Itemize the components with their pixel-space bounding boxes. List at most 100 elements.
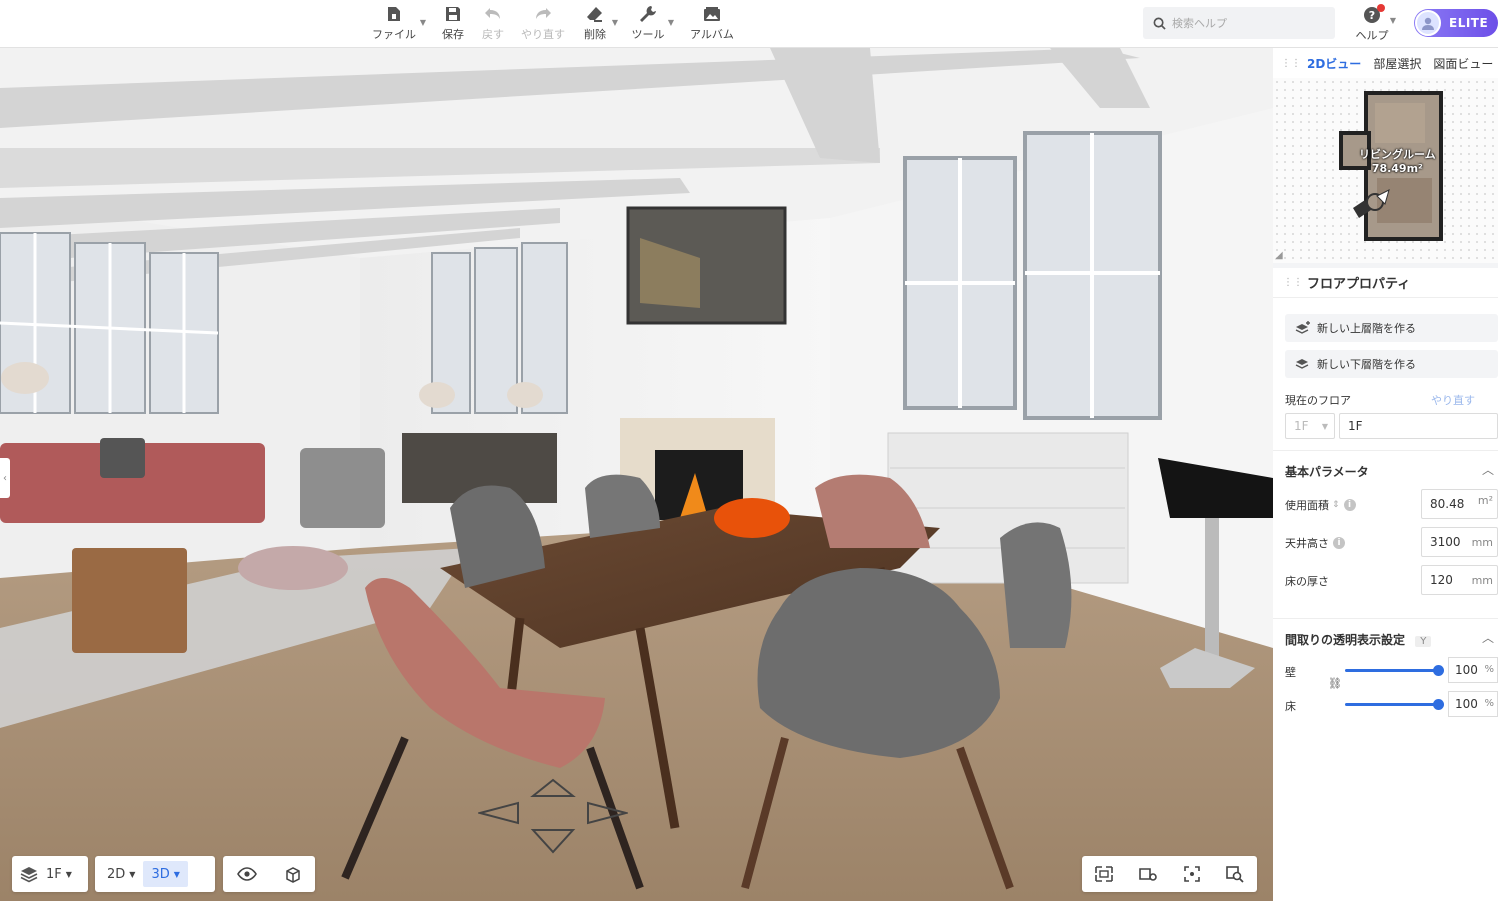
view-3d-button[interactable]: 3D ▼ [143, 861, 188, 887]
nav-left-arrow[interactable] [478, 801, 519, 825]
album-label: アルバム [690, 28, 734, 41]
room-name: リビングルーム [1359, 148, 1436, 161]
zoom-search-icon [1226, 866, 1244, 883]
area-label: 使用面積 [1285, 499, 1329, 512]
chevron-up-icon[interactable]: ︿ [1482, 461, 1494, 478]
nav-right-arrow[interactable] [587, 801, 628, 825]
camera-tools [1082, 856, 1257, 892]
link-chain-icon[interactable]: ⛓ [1328, 677, 1342, 690]
top-toolbar: ファイル ▼ 保存 戻す やり直す 削除 ▼ ツール ▼ アルバム ? ヘルプ … [0, 0, 1498, 48]
chevron-down-icon: ▼ [65, 869, 72, 879]
floor-value: 100 [1455, 697, 1478, 711]
wall-transparency-slider[interactable] [1345, 665, 1444, 676]
chevron-down-icon: ▼ [667, 18, 674, 27]
tab-room-select[interactable]: 部屋選択 [1373, 55, 1421, 72]
floor-name-input[interactable]: 1F [1339, 413, 1498, 439]
save-icon [446, 7, 460, 21]
area-input[interactable]: 80.48 m² [1421, 489, 1498, 519]
minimap-tabs: ⋮⋮ 2Dビュー 部屋選択 図面ビュー [1273, 48, 1498, 78]
3d-scene-render [0, 48, 1273, 901]
wall-transparency-input[interactable]: 100 % [1448, 657, 1498, 683]
zoom-fit-button[interactable] [1217, 861, 1253, 887]
eraser-icon [587, 7, 602, 22]
minimap-canvas[interactable]: リビングルーム 78.49m² ◢ [1273, 78, 1498, 263]
area-unit: m² [1477, 494, 1493, 507]
plan-badge: ELITE [1449, 16, 1489, 30]
chevron-down-icon: ▼ [129, 869, 136, 879]
minimap-panel: ⋮⋮ 2Dビュー 部屋選択 図面ビュー リビングルーム 78.49m² ◢ [1273, 48, 1498, 263]
avatar [1415, 10, 1441, 36]
search-icon [1153, 17, 1166, 30]
resize-handle-icon[interactable]: ◢ [1275, 250, 1283, 261]
right-panel: ⋮⋮ 2Dビュー 部屋選択 図面ビュー リビングルーム 78.49m² ◢ ⋮⋮… [1273, 48, 1498, 901]
visibility-toggle-button[interactable] [229, 861, 265, 887]
view-2d-label: 2D [107, 866, 126, 882]
3d-viewport[interactable]: ‹ [0, 48, 1273, 901]
elite-account-button[interactable]: ELITE [1414, 9, 1498, 37]
chevron-down-icon: ▼ [1321, 421, 1328, 431]
nav-down-arrow[interactable] [530, 829, 576, 854]
tab-plan-view[interactable]: 図面ビュー [1433, 55, 1493, 72]
room-label: リビングルーム 78.49m² [1359, 148, 1436, 176]
floor-properties-panel: ⋮⋮ フロアプロパティ 新しい上層階を作る 新しい下層階を作る 現在のフロア や… [1273, 268, 1498, 901]
display-options [223, 856, 315, 892]
help-button[interactable]: ? ヘルプ ▼ [1352, 4, 1396, 43]
camera-settings-button[interactable] [1130, 861, 1166, 887]
sort-icon[interactable]: ⇕ [1332, 500, 1340, 510]
chevron-down-icon: ▼ [611, 18, 618, 27]
redo-icon [536, 8, 551, 19]
camera-gear-icon [1139, 868, 1158, 881]
new-lower-floor-button[interactable]: 新しい下層階を作る [1285, 350, 1498, 378]
cube-icon [285, 867, 300, 883]
help-search-box[interactable] [1143, 7, 1335, 39]
floor-selector-value: 1F [46, 866, 62, 882]
svg-text:?: ? [1369, 9, 1375, 22]
region-render-button[interactable] [1086, 861, 1122, 887]
ceiling-unit: mm [1471, 535, 1493, 549]
floor-selector[interactable]: 1F ▼ [12, 861, 80, 887]
new-upper-floor-button[interactable]: 新しい上層階を作る [1285, 314, 1498, 342]
wall-label: 壁 [1285, 666, 1296, 679]
nav-up-arrow[interactable] [530, 778, 576, 797]
3d-box-view-button[interactable] [276, 861, 310, 887]
ceiling-height-input[interactable]: 3100 mm [1421, 527, 1498, 557]
help-search-input[interactable] [1172, 16, 1322, 30]
floor-level-select-value: 1F [1294, 419, 1309, 433]
floor-level-select[interactable]: 1F ▼ [1285, 413, 1335, 439]
chevron-up-icon[interactable]: ︿ [1482, 629, 1494, 646]
undo-icon [485, 8, 500, 19]
current-floor-redo-link[interactable]: やり直す [1431, 392, 1475, 408]
floor-transparency-slider[interactable] [1345, 699, 1444, 710]
redo-button[interactable]: やり直す [520, 4, 566, 44]
focus-icon [1183, 866, 1200, 882]
slider-knob[interactable] [1433, 699, 1444, 710]
save-button[interactable]: 保存 [440, 4, 466, 44]
camera-navigation-pad[interactable] [478, 778, 628, 858]
basic-params-section: 基本パラメータ ︿ 使用面積 ⇕ i 80.48 m² 天井高さ i 3100 … [1273, 450, 1498, 610]
floor-thickness-input[interactable]: 120 mm [1421, 565, 1498, 595]
floor-thickness-label: 床の厚さ [1285, 575, 1329, 588]
drag-handle-icon[interactable]: ⋮⋮ [1283, 277, 1303, 288]
add-layer-below-icon [1295, 359, 1309, 369]
view-2d-button[interactable]: 2D ▼ [99, 861, 143, 887]
delete-button[interactable]: 削除 ▼ [582, 4, 618, 44]
tools-menu-button[interactable]: ツール ▼ [632, 4, 674, 44]
info-icon[interactable]: i [1343, 499, 1356, 511]
slider-knob[interactable] [1433, 665, 1444, 676]
album-button[interactable]: アルバム [690, 4, 734, 44]
tab-2d-view[interactable]: 2Dビュー [1307, 55, 1361, 72]
undo-button[interactable]: 戻す [480, 4, 506, 44]
layers-icon [20, 867, 38, 883]
left-panel-toggle[interactable]: ‹ [0, 458, 10, 498]
floor-transparency-input[interactable]: 100 % [1448, 691, 1498, 717]
chevron-down-icon: ▼ [419, 18, 426, 27]
user-icon [1422, 17, 1434, 30]
focus-view-button[interactable] [1175, 861, 1209, 887]
chevron-down-icon: ▼ [173, 869, 180, 879]
floor-switcher[interactable]: 1F ▼ [12, 856, 88, 892]
file-menu-button[interactable]: ファイル ▼ [372, 4, 426, 44]
new-upper-floor-label: 新しい上層階を作る [1317, 322, 1416, 335]
drag-handle-icon[interactable]: ⋮⋮ [1281, 58, 1301, 69]
add-layer-icon [1295, 321, 1310, 334]
info-icon[interactable]: i [1333, 537, 1345, 549]
